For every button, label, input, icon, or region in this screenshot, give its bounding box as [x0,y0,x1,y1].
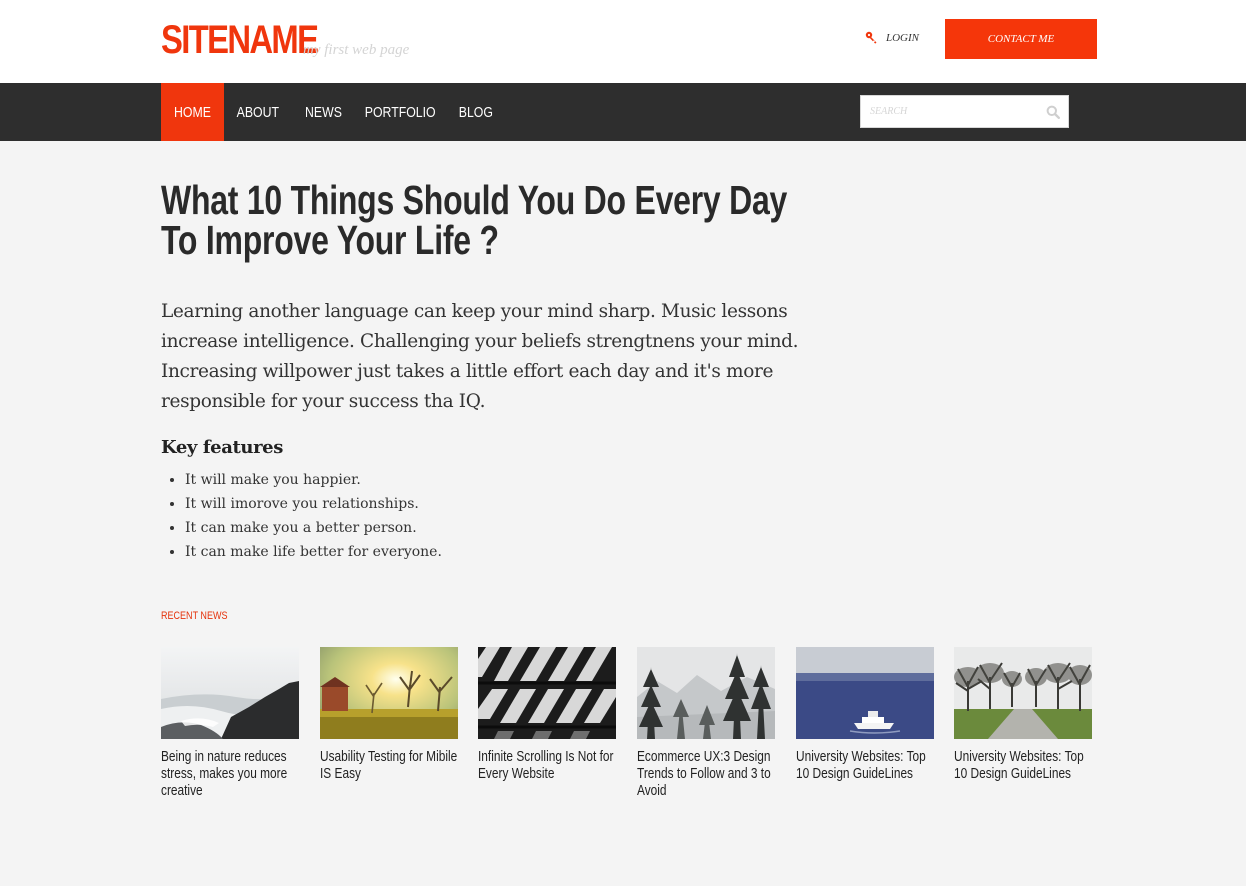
building-facade-photo[interactable] [478,647,616,739]
news-card[interactable]: Usability Testing for Mibile IS Easy [320,647,458,783]
boat-on-sea-photo[interactable] [796,647,934,739]
news-caption[interactable]: Being in nature reduces stress, makes yo… [161,749,299,800]
news-caption[interactable]: Usability Testing for Mibile IS Easy [320,749,458,783]
key-icon [865,31,878,44]
news-card[interactable]: University Websites: Top 10 Design Guide… [954,647,1092,783]
list-item: It will make you happier. [185,468,442,492]
list-item: It can make life better for everyone. [185,540,442,564]
news-caption[interactable]: University Websites: Top 10 Design Guide… [954,749,1092,783]
news-caption[interactable]: Ecommerce UX:3 Design Trends to Follow a… [637,749,775,800]
nav-item-about[interactable]: ABOUT [229,83,287,141]
news-caption[interactable]: Infinite Scrolling Is Not for Every Webs… [478,749,616,783]
news-card[interactable]: Ecommerce UX:3 Design Trends to Follow a… [637,647,775,800]
contact-me-button[interactable]: CONTACT ME [945,19,1097,59]
nav-item-portfolio[interactable]: PORTFOLIO [360,83,440,141]
news-caption[interactable]: University Websites: Top 10 Design Guide… [796,749,934,783]
tree-lined-path-photo[interactable] [954,647,1092,739]
article-title: What 10 Things Should You Do Every Day T… [161,177,788,263]
news-card[interactable]: Infinite Scrolling Is Not for Every Webs… [478,647,616,783]
list-item: It can make you a better person. [185,516,442,540]
login-label: LOGIN [886,31,920,44]
article-intro: Learning another language can keep your … [161,301,799,412]
recent-news-heading: RECENT NEWS [161,610,228,622]
site-header: SITENAME my first web page LOGIN CONTACT… [0,0,1246,83]
search-input[interactable] [861,96,1031,127]
search-icon[interactable] [1046,104,1061,120]
sunny-orchard-photo[interactable] [320,647,458,739]
nav-item-home[interactable]: HOME [161,83,224,141]
key-features-list: It will make you happier. It will imorov… [185,468,442,564]
list-item: It will imorove you relationships. [185,492,442,516]
news-card[interactable]: University Websites: Top 10 Design Guide… [796,647,934,783]
site-logo[interactable]: SITENAME [161,16,319,64]
nav-item-blog[interactable]: BLOG [450,83,502,141]
main-nav: HOME ABOUT NEWS PORTFOLIO BLOG [0,83,1246,141]
site-tagline: my first web page [303,42,410,58]
article-title-line-2: To Improve Your Life ? [161,217,499,263]
key-features-heading: Key features [161,437,283,458]
nav-item-news[interactable]: NEWS [295,83,351,141]
news-card[interactable]: Being in nature reduces stress, makes yo… [161,647,299,800]
article-title-line-1: What 10 Things Should You Do Every Day [161,177,788,223]
login-link[interactable]: LOGIN [865,31,919,44]
misty-forest-photo[interactable] [637,647,775,739]
coast-rocks-photo[interactable] [161,647,299,739]
search-box [860,95,1069,128]
